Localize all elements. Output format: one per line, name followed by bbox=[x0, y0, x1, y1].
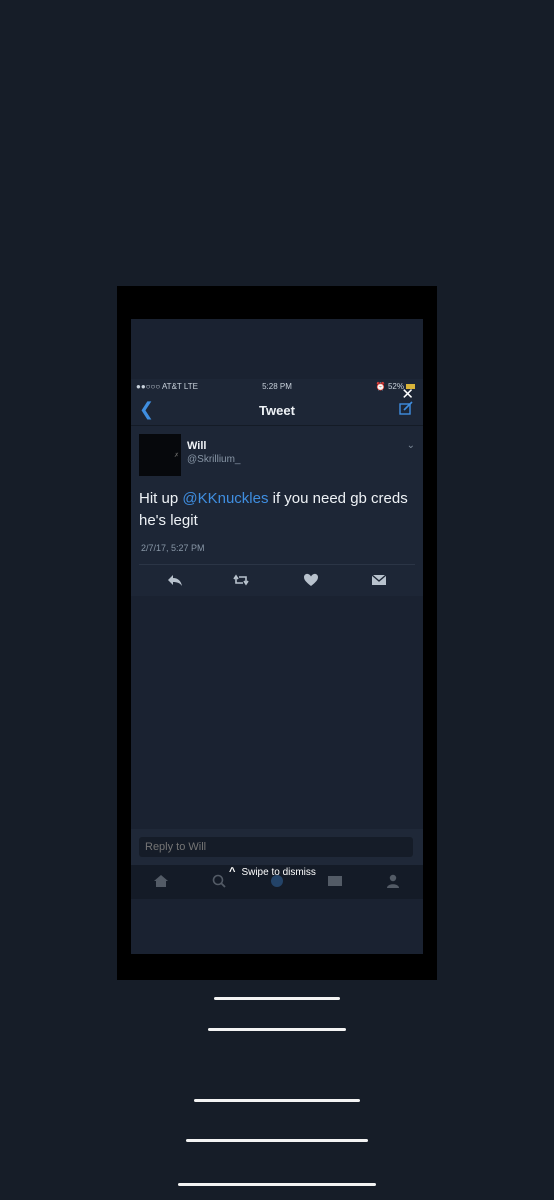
swipe-to-dismiss[interactable]: ^ Swipe to dismiss bbox=[229, 866, 316, 878]
envelope-icon bbox=[371, 574, 387, 585]
home-icon[interactable] bbox=[153, 873, 169, 889]
divider bbox=[139, 564, 415, 565]
chevron-up-icon: ^ bbox=[229, 866, 236, 878]
white-line bbox=[178, 1183, 376, 1186]
white-line bbox=[208, 1028, 346, 1031]
page: ●●○○○ AT&T LTE 5:28 PM ⏰ 52% ❮ Tweet ✕ ✗… bbox=[0, 0, 554, 1200]
white-line bbox=[186, 1139, 368, 1142]
page-title: Tweet bbox=[259, 403, 295, 418]
author-name[interactable]: Will bbox=[187, 440, 206, 452]
phone-screen: ●●○○○ AT&T LTE 5:28 PM ⏰ 52% ❮ Tweet ✕ ✗… bbox=[131, 319, 423, 954]
nav-bar: ❮ Tweet bbox=[131, 393, 423, 426]
swipe-label: Swipe to dismiss bbox=[241, 867, 316, 878]
reply-input[interactable] bbox=[139, 837, 413, 857]
avatar-glyph: ✗ bbox=[173, 453, 179, 459]
reply-icon bbox=[168, 575, 182, 586]
white-line bbox=[214, 997, 340, 1000]
search-icon[interactable] bbox=[211, 873, 227, 889]
tweet-text: Hit up @KKnuckles if you need gb creds h… bbox=[139, 488, 419, 532]
heart-icon bbox=[304, 573, 318, 586]
reply-area bbox=[131, 829, 423, 899]
mention-link[interactable]: @KKnuckles bbox=[182, 490, 268, 507]
white-line bbox=[194, 1099, 360, 1102]
tweet-timestamp: 2/7/17, 5:27 PM bbox=[141, 543, 205, 553]
tweet-text-start: Hit up bbox=[139, 490, 183, 507]
like-button[interactable] bbox=[303, 572, 323, 590]
author-handle[interactable]: @Skrillium_ bbox=[187, 454, 241, 465]
reply-button[interactable] bbox=[167, 572, 187, 590]
retweet-icon bbox=[233, 574, 249, 586]
avatar[interactable]: ✗ bbox=[139, 434, 181, 476]
message-button[interactable] bbox=[371, 572, 391, 590]
close-icon[interactable]: ✕ bbox=[401, 385, 414, 403]
chevron-down-icon[interactable]: ⌄ bbox=[407, 440, 415, 451]
status-bar: ●●○○○ AT&T LTE 5:28 PM ⏰ 52% bbox=[131, 379, 423, 393]
tweet-card: ✗ Will @Skrillium_ ⌄ Hit up @KKnuckles i… bbox=[131, 426, 423, 596]
messages-icon[interactable] bbox=[327, 873, 343, 889]
alarm-icon: ⏰ bbox=[375, 382, 388, 391]
tweet-actions bbox=[131, 572, 423, 592]
retweet-button[interactable] bbox=[233, 572, 253, 590]
compose-icon[interactable] bbox=[399, 401, 413, 415]
profile-icon[interactable] bbox=[385, 873, 401, 889]
